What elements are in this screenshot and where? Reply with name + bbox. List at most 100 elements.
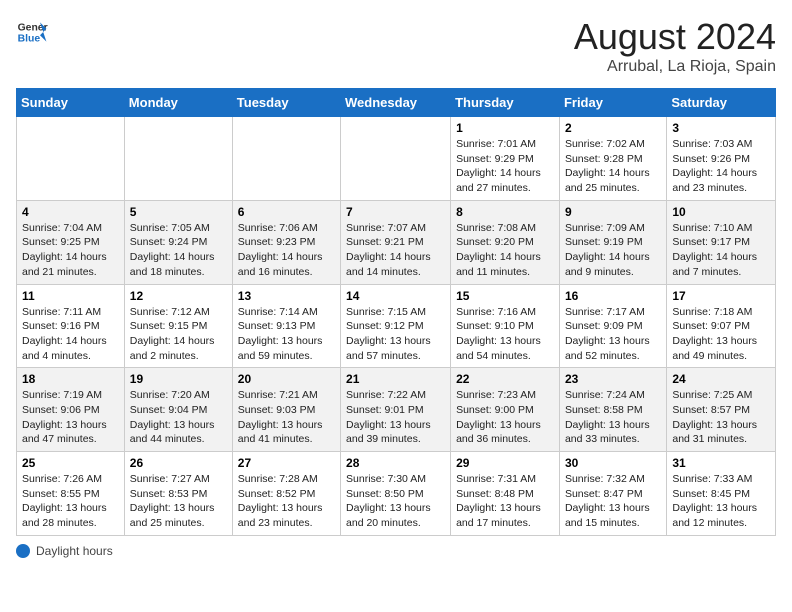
day-info: Sunrise: 7:24 AM Sunset: 8:58 PM Dayligh… (565, 388, 661, 447)
calendar-cell: 30 Sunrise: 7:32 AM Sunset: 8:47 PM Dayli… (559, 452, 666, 536)
calendar-day-header: Wednesday (341, 89, 451, 117)
calendar-cell: 21 Sunrise: 7:22 AM Sunset: 9:01 PM Dayli… (341, 368, 451, 452)
day-number: 9 (565, 205, 661, 219)
day-info: Sunrise: 7:06 AM Sunset: 9:23 PM Dayligh… (238, 221, 335, 280)
calendar-cell (232, 117, 340, 201)
day-number: 12 (130, 289, 227, 303)
day-info: Sunrise: 7:17 AM Sunset: 9:09 PM Dayligh… (565, 305, 661, 364)
day-number: 10 (672, 205, 770, 219)
day-number: 8 (456, 205, 554, 219)
calendar-week-row: 1 Sunrise: 7:01 AM Sunset: 9:29 PM Daylig… (17, 117, 776, 201)
calendar-cell: 11Sunrise: 7:11 AM Sunset: 9:16 PM Dayli… (17, 284, 125, 368)
calendar-cell (124, 117, 232, 201)
day-number: 14 (346, 289, 445, 303)
day-number: 28 (346, 456, 445, 470)
calendar-cell: 13 Sunrise: 7:14 AM Sunset: 9:13 PM Dayli… (232, 284, 340, 368)
day-info: Sunrise: 7:16 AM Sunset: 9:10 PM Dayligh… (456, 305, 554, 364)
day-number: 21 (346, 372, 445, 386)
day-number: 6 (238, 205, 335, 219)
day-info: Sunrise: 7:23 AM Sunset: 9:00 PM Dayligh… (456, 388, 554, 447)
footer: Daylight hours (16, 544, 776, 558)
calendar-cell: 26 Sunrise: 7:27 AM Sunset: 8:53 PM Dayli… (124, 452, 232, 536)
day-info: Sunrise: 7:27 AM Sunset: 8:53 PM Dayligh… (130, 472, 227, 531)
day-number: 18 (22, 372, 119, 386)
day-number: 20 (238, 372, 335, 386)
calendar-day-header: Friday (559, 89, 666, 117)
day-info: Sunrise: 7:18 AM Sunset: 9:07 PM Dayligh… (672, 305, 770, 364)
day-number: 30 (565, 456, 661, 470)
calendar-cell: 24Sunrise: 7:25 AM Sunset: 8:57 PM Dayli… (667, 368, 776, 452)
calendar-table: SundayMondayTuesdayWednesdayThursdayFrid… (16, 88, 776, 536)
calendar-cell (341, 117, 451, 201)
day-number: 5 (130, 205, 227, 219)
calendar-cell: 20 Sunrise: 7:21 AM Sunset: 9:03 PM Dayli… (232, 368, 340, 452)
calendar-cell: 9 Sunrise: 7:09 AM Sunset: 9:19 PM Daylig… (559, 200, 666, 284)
calendar-day-header: Thursday (451, 89, 560, 117)
day-info: Sunrise: 7:12 AM Sunset: 9:15 PM Dayligh… (130, 305, 227, 364)
calendar-cell: 5 Sunrise: 7:05 AM Sunset: 9:24 PM Daylig… (124, 200, 232, 284)
calendar-cell: 31Sunrise: 7:33 AM Sunset: 8:45 PM Dayli… (667, 452, 776, 536)
day-info: Sunrise: 7:05 AM Sunset: 9:24 PM Dayligh… (130, 221, 227, 280)
day-number: 13 (238, 289, 335, 303)
day-number: 16 (565, 289, 661, 303)
day-info: Sunrise: 7:25 AM Sunset: 8:57 PM Dayligh… (672, 388, 770, 447)
calendar-cell: 12 Sunrise: 7:12 AM Sunset: 9:15 PM Dayli… (124, 284, 232, 368)
day-number: 1 (456, 121, 554, 135)
day-info: Sunrise: 7:01 AM Sunset: 9:29 PM Dayligh… (456, 137, 554, 196)
day-info: Sunrise: 7:03 AM Sunset: 9:26 PM Dayligh… (672, 137, 770, 196)
calendar-cell: 1 Sunrise: 7:01 AM Sunset: 9:29 PM Daylig… (451, 117, 560, 201)
day-number: 3 (672, 121, 770, 135)
day-info: Sunrise: 7:21 AM Sunset: 9:03 PM Dayligh… (238, 388, 335, 447)
calendar-cell: 15 Sunrise: 7:16 AM Sunset: 9:10 PM Dayli… (451, 284, 560, 368)
calendar-week-row: 18Sunrise: 7:19 AM Sunset: 9:06 PM Dayli… (17, 368, 776, 452)
daylight-icon (16, 544, 30, 558)
day-info: Sunrise: 7:15 AM Sunset: 9:12 PM Dayligh… (346, 305, 445, 364)
calendar-cell: 4 Sunrise: 7:04 AM Sunset: 9:25 PM Daylig… (17, 200, 125, 284)
page-header: General Blue August 2024 Arrubal, La Rio… (16, 16, 776, 76)
day-number: 2 (565, 121, 661, 135)
day-info: Sunrise: 7:10 AM Sunset: 9:17 PM Dayligh… (672, 221, 770, 280)
calendar-cell: 25 Sunrise: 7:26 AM Sunset: 8:55 PM Dayli… (17, 452, 125, 536)
calendar-cell: 22 Sunrise: 7:23 AM Sunset: 9:00 PM Dayli… (451, 368, 560, 452)
calendar-cell: 10 Sunrise: 7:10 AM Sunset: 9:17 PM Dayli… (667, 200, 776, 284)
calendar-cell: 6 Sunrise: 7:06 AM Sunset: 9:23 PM Daylig… (232, 200, 340, 284)
day-info: Sunrise: 7:11 AM Sunset: 9:16 PM Dayligh… (22, 305, 119, 364)
day-info: Sunrise: 7:26 AM Sunset: 8:55 PM Dayligh… (22, 472, 119, 531)
calendar-cell (17, 117, 125, 201)
calendar-cell: 19Sunrise: 7:20 AM Sunset: 9:04 PM Dayli… (124, 368, 232, 452)
calendar-cell: 8 Sunrise: 7:08 AM Sunset: 9:20 PM Daylig… (451, 200, 560, 284)
calendar-day-header: Monday (124, 89, 232, 117)
day-number: 27 (238, 456, 335, 470)
day-info: Sunrise: 7:09 AM Sunset: 9:19 PM Dayligh… (565, 221, 661, 280)
calendar-day-header: Tuesday (232, 89, 340, 117)
day-number: 17 (672, 289, 770, 303)
calendar-day-header: Sunday (17, 89, 125, 117)
calendar-cell: 7Sunrise: 7:07 AM Sunset: 9:21 PM Daylig… (341, 200, 451, 284)
calendar-cell: 3 Sunrise: 7:03 AM Sunset: 9:26 PM Daylig… (667, 117, 776, 201)
day-info: Sunrise: 7:20 AM Sunset: 9:04 PM Dayligh… (130, 388, 227, 447)
day-info: Sunrise: 7:22 AM Sunset: 9:01 PM Dayligh… (346, 388, 445, 447)
day-info: Sunrise: 7:04 AM Sunset: 9:25 PM Dayligh… (22, 221, 119, 280)
logo: General Blue (16, 16, 48, 48)
day-number: 25 (22, 456, 119, 470)
day-info: Sunrise: 7:31 AM Sunset: 8:48 PM Dayligh… (456, 472, 554, 531)
day-info: Sunrise: 7:02 AM Sunset: 9:28 PM Dayligh… (565, 137, 661, 196)
calendar-cell: 23 Sunrise: 7:24 AM Sunset: 8:58 PM Dayli… (559, 368, 666, 452)
day-number: 15 (456, 289, 554, 303)
main-title: August 2024 (574, 16, 776, 58)
calendar-week-row: 4 Sunrise: 7:04 AM Sunset: 9:25 PM Daylig… (17, 200, 776, 284)
day-number: 23 (565, 372, 661, 386)
day-number: 29 (456, 456, 554, 470)
day-info: Sunrise: 7:08 AM Sunset: 9:20 PM Dayligh… (456, 221, 554, 280)
calendar-cell: 16 Sunrise: 7:17 AM Sunset: 9:09 PM Dayli… (559, 284, 666, 368)
day-number: 26 (130, 456, 227, 470)
day-number: 4 (22, 205, 119, 219)
day-info: Sunrise: 7:32 AM Sunset: 8:47 PM Dayligh… (565, 472, 661, 531)
day-info: Sunrise: 7:14 AM Sunset: 9:13 PM Dayligh… (238, 305, 335, 364)
calendar-header-row: SundayMondayTuesdayWednesdayThursdayFrid… (17, 89, 776, 117)
day-number: 7 (346, 205, 445, 219)
day-info: Sunrise: 7:30 AM Sunset: 8:50 PM Dayligh… (346, 472, 445, 531)
day-number: 22 (456, 372, 554, 386)
title-block: August 2024 Arrubal, La Rioja, Spain (574, 16, 776, 76)
calendar-body: 1 Sunrise: 7:01 AM Sunset: 9:29 PM Daylig… (17, 117, 776, 536)
